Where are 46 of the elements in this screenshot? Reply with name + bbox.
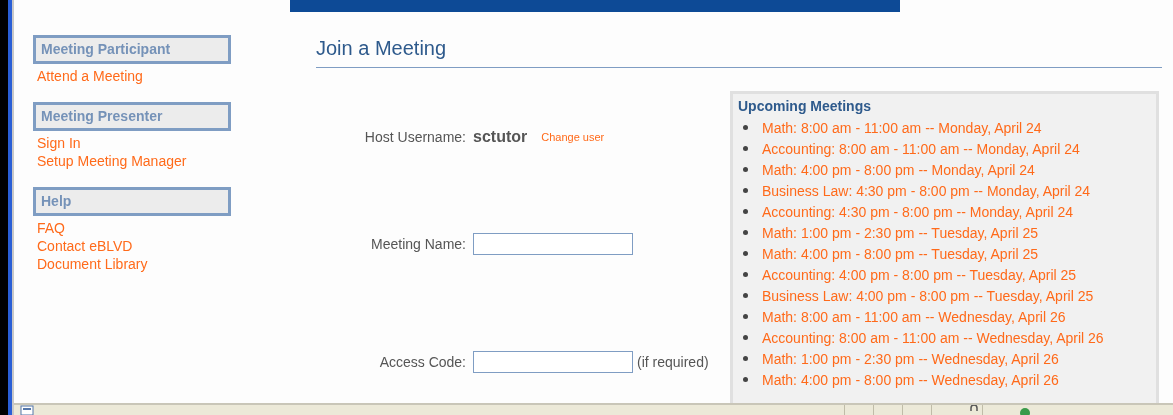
sidebar-link[interactable]: Setup Meeting Manager xyxy=(33,152,231,170)
sidebar-link[interactable]: Contact eBLVD xyxy=(33,237,231,255)
meeting-link[interactable]: Business Law: 4:30 pm - 8:00 pm -- Monday, April 24 xyxy=(762,182,1091,199)
bullet-icon xyxy=(743,125,748,130)
sidebar-link[interactable]: Document Library xyxy=(33,255,231,273)
bullet-icon xyxy=(743,335,748,340)
bullet-icon xyxy=(743,251,748,256)
username: sctutor xyxy=(473,128,528,146)
panel-heading: Upcoming Meetings xyxy=(738,98,872,114)
bullet-icon xyxy=(743,167,748,172)
section-heading: Meeting Presenter xyxy=(33,102,231,131)
meeting-link[interactable]: Math: 4:00 pm - 8:00 pm -- Tuesday, April 25 xyxy=(762,245,1038,262)
meeting-link[interactable]: Math: 4:00 pm - 8:00 pm -- Wednesday, April 26 xyxy=(762,371,1059,388)
bullet-icon xyxy=(743,356,748,361)
bullet-icon xyxy=(743,293,748,298)
field-label: Meeting Name: xyxy=(370,236,466,252)
bullet-icon xyxy=(743,188,748,193)
meeting-link[interactable]: Math: 1:00 pm - 2:30 pm -- Tuesday, April 25 xyxy=(762,224,1038,241)
meeting-link[interactable]: Accounting: 8:00 am - 11:00 am -- Monday, April 24 xyxy=(762,140,1080,157)
section-heading: Meeting Participant xyxy=(33,35,231,64)
input-field[interactable] xyxy=(473,351,633,373)
meeting-link[interactable]: Math: 8:00 am - 11:00 am -- Monday, April 24 xyxy=(762,119,1042,136)
meeting-link[interactable]: Accounting: 8:00 am - 11:00 am -- Wednesday, April 26 xyxy=(762,329,1104,346)
sidebar-link[interactable]: Attend a Meeting xyxy=(33,67,231,85)
meeting-link[interactable]: Math: 1:00 pm - 2:30 pm -- Wednesday, April 26 xyxy=(762,350,1059,367)
meeting-link[interactable]: Math: 4:00 pm - 8:00 pm -- Monday, April 24 xyxy=(762,161,1035,178)
bullet-icon xyxy=(743,230,748,235)
bullet-icon xyxy=(743,272,748,277)
page-icon xyxy=(20,405,36,415)
meeting-link[interactable]: Business Law: 4:00 pm - 8:00 pm -- Tuesday, April 25 xyxy=(762,287,1094,304)
sidebar-link[interactable]: Sign In xyxy=(33,134,231,152)
field-label: Host Username: xyxy=(363,129,466,145)
bullet-icon xyxy=(743,146,748,151)
sidebar-link[interactable]: FAQ xyxy=(33,219,231,237)
section-heading: Help xyxy=(33,187,231,216)
hint-text: (if required) xyxy=(637,354,709,370)
bullet-icon xyxy=(743,209,748,214)
bullet-icon xyxy=(743,314,748,319)
change-user-link[interactable]: Change user xyxy=(541,131,605,143)
field-label: Access Code: xyxy=(378,354,466,370)
input-field[interactable] xyxy=(473,233,633,255)
bullet-icon xyxy=(743,377,748,382)
meeting-link[interactable]: Accounting: 4:00 pm - 8:00 pm -- Tuesday, April 25 xyxy=(762,266,1077,283)
page-title: Join a Meeting xyxy=(316,35,1162,68)
meeting-link[interactable]: Accounting: 4:30 pm - 8:00 pm -- Monday, April 24 xyxy=(762,203,1073,220)
meeting-link[interactable]: Math: 8:00 am - 11:00 am -- Wednesday, April 26 xyxy=(762,308,1066,325)
